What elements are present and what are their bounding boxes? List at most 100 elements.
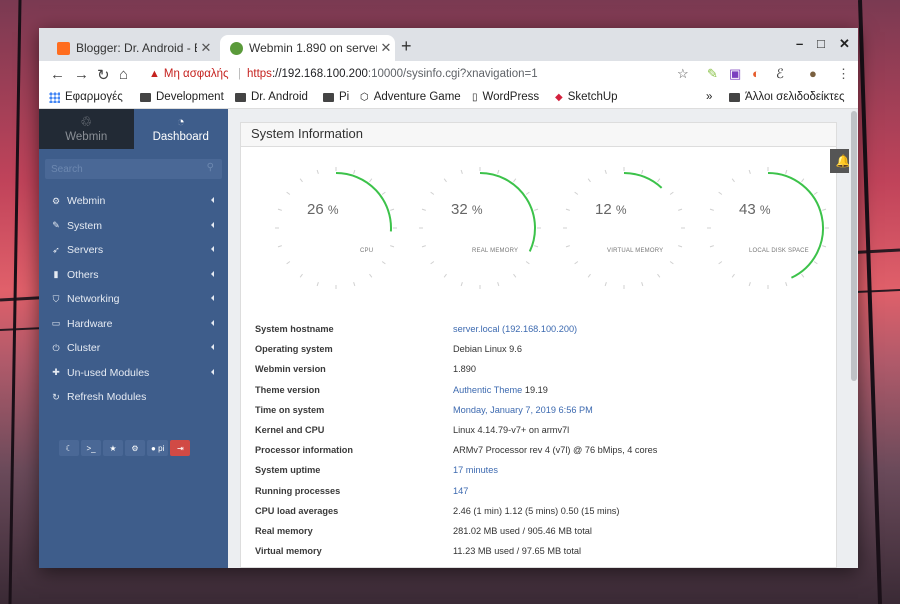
folder-icon	[729, 92, 740, 102]
info-key: Webmin version	[255, 364, 326, 375]
tab-webmin[interactable]: Webmin 1.890 on server.lo ✕	[220, 35, 395, 61]
bookmark-dr-android[interactable]: Dr. Android	[235, 91, 308, 103]
gauge-tick	[525, 261, 530, 265]
bookmark-label: Dr. Android	[251, 91, 308, 103]
scrollbar-thumb[interactable]	[851, 111, 857, 381]
close-icon[interactable]: ✕	[197, 40, 215, 56]
info-value: 19.19	[522, 384, 548, 395]
bookmarks-more[interactable]: »	[706, 91, 712, 103]
caret-left-icon	[211, 246, 214, 252]
user-icon: ●	[151, 443, 156, 453]
maximize-button[interactable]: □	[817, 36, 825, 51]
star-icon[interactable]: ☆	[677, 66, 689, 82]
info-key: Time on system	[255, 404, 325, 415]
tab-dashboard[interactable]: ◔ Dashboard	[133, 109, 228, 149]
sidebar-item-networking[interactable]: ⛉ Networking	[39, 287, 228, 312]
warning-icon: ▲	[149, 68, 160, 80]
uptime-link[interactable]: 17 minutes	[453, 465, 498, 475]
bookmark-sketchup[interactable]: ◆ SketchUp	[555, 91, 618, 103]
gauge-arc	[479, 172, 536, 252]
gauge-tick	[316, 282, 319, 287]
bookmark-adventure-game[interactable]: ⬡ Adventure Game	[360, 91, 461, 103]
minimize-button[interactable]: –	[796, 36, 803, 51]
close-icon[interactable]: ✕	[377, 40, 395, 56]
sidebar-item-label: Others	[67, 268, 99, 281]
user-button[interactable]: ● pi	[147, 440, 169, 456]
theme-link[interactable]: Authentic Theme	[453, 385, 522, 395]
bookmark-apps[interactable]: Εφαρμογές	[49, 91, 123, 103]
gauge-tick	[641, 169, 644, 174]
night-mode-button[interactable]: ☾	[59, 440, 79, 456]
table-row: Real memory 281.02 MB used / 905.46 MB to…	[255, 521, 657, 541]
toolbar: ← → ↻ ⌂ ▲ Μη ασφαλής | https://192.168.100…	[39, 61, 858, 89]
extension-icon[interactable]: ▣	[729, 66, 741, 82]
info-key: System hostname	[255, 324, 334, 335]
menu-icon[interactable]: ⋮	[837, 66, 850, 82]
gauge-dial	[563, 167, 685, 289]
bookmark-other[interactable]: Άλλοι σελιδοδείκτες	[729, 91, 845, 103]
favorites-button[interactable]: ★	[103, 440, 123, 456]
caret-left-icon	[211, 344, 214, 350]
eyedropper-icon[interactable]: ✎	[707, 66, 718, 82]
close-window-button[interactable]: ✕	[839, 36, 850, 52]
sidebar-item-hardware[interactable]: ▭ Hardware	[39, 312, 228, 337]
search-icon[interactable]: ⚲	[207, 162, 214, 173]
sidebar-item-unused-modules[interactable]: ✚ Un-used Modules	[39, 361, 228, 386]
sidebar-item-label: Servers	[67, 244, 104, 257]
gauge-tick	[369, 178, 373, 183]
url-path: :10000/sysinfo.cgi?xnavigation=1	[367, 68, 538, 80]
scrollbar[interactable]	[849, 109, 858, 568]
extension-icon[interactable]: ℰ	[776, 66, 784, 82]
search-input[interactable]	[45, 159, 222, 180]
info-key: System uptime	[255, 465, 321, 476]
tab-blogger[interactable]: Blogger: Dr. Android - Επ ✕	[47, 35, 215, 61]
home-icon[interactable]: ⌂	[119, 66, 128, 83]
puzzle-icon: ✚	[52, 367, 60, 378]
processes-link[interactable]: 147	[453, 486, 468, 496]
sidebar-item-refresh-modules[interactable]: ↻ Refresh Modules	[39, 385, 228, 410]
caret-left-icon	[211, 295, 214, 301]
theme-config-button[interactable]: ⚙	[125, 440, 145, 456]
tab-title: Blogger: Dr. Android - Επ	[76, 41, 197, 55]
info-value: ARMv7 Processor rev 4 (v7l) @ 76 bMips, …	[453, 445, 658, 456]
hostname-link[interactable]: server.local (192.168.100.200)	[453, 324, 577, 334]
info-value: Debian Linux 9.6	[453, 344, 522, 355]
sidebar-item-system[interactable]: ✎ System	[39, 214, 228, 239]
bookmark-wordpress[interactable]: ▯ WordPress	[472, 91, 539, 103]
security-indicator[interactable]: ▲ Μη ασφαλής	[149, 68, 229, 80]
gauge-tick	[525, 191, 530, 195]
gauge-tick	[277, 245, 282, 248]
gear-icon: ⚙	[51, 195, 61, 206]
folder-icon	[323, 92, 334, 102]
gauge-tick	[657, 178, 661, 183]
time-link[interactable]: Monday, January 7, 2019 6:56 PM	[453, 405, 593, 415]
bookmark-development[interactable]: Development	[140, 91, 224, 103]
gauge-tick	[286, 191, 291, 195]
logout-button[interactable]: ⇥	[170, 440, 191, 456]
gauge-value: 26 %	[307, 201, 339, 218]
gauge-tick	[587, 273, 591, 278]
gauge-tick	[574, 261, 579, 265]
tab-webmin-nav[interactable]: ♲ Webmin	[39, 109, 134, 149]
cogs-icon: ⚙	[131, 443, 139, 453]
extension-icon[interactable]: ◐	[752, 66, 760, 81]
back-icon[interactable]: ←	[50, 66, 65, 83]
bookmark-pi[interactable]: Pi	[323, 91, 349, 103]
webmin-icon	[230, 41, 243, 55]
forward-icon[interactable]: →	[74, 66, 89, 83]
reload-icon[interactable]: ↻	[97, 66, 110, 84]
sidebar-item-label: Un-used Modules	[67, 366, 150, 379]
sidebar-item-webmin[interactable]: ⚙ Webmin	[39, 189, 228, 214]
sidebar-item-servers[interactable]: ➶ Servers	[39, 238, 228, 263]
webmin-page: ♲ Webmin ◔ Dashboard ⚲ ⚙ Webmin ✎ System ➶ Se…	[39, 109, 858, 568]
address-bar[interactable]: | https://192.168.100.200:10000/sysinfo.c…	[238, 68, 538, 80]
avatar[interactable]: ●	[809, 66, 817, 81]
terminal-button[interactable]: >_	[81, 440, 101, 456]
sidebar-item-others[interactable]: ▮ Others	[39, 263, 228, 288]
gauge-number: 12	[595, 201, 612, 218]
info-key: Running processes	[255, 485, 341, 496]
sidebar-item-cluster[interactable]: ⏻ Cluster	[39, 336, 228, 361]
gauge-tick	[299, 273, 303, 278]
new-tab-button[interactable]: +	[401, 36, 412, 57]
power-icon: ⏻	[52, 342, 60, 353]
